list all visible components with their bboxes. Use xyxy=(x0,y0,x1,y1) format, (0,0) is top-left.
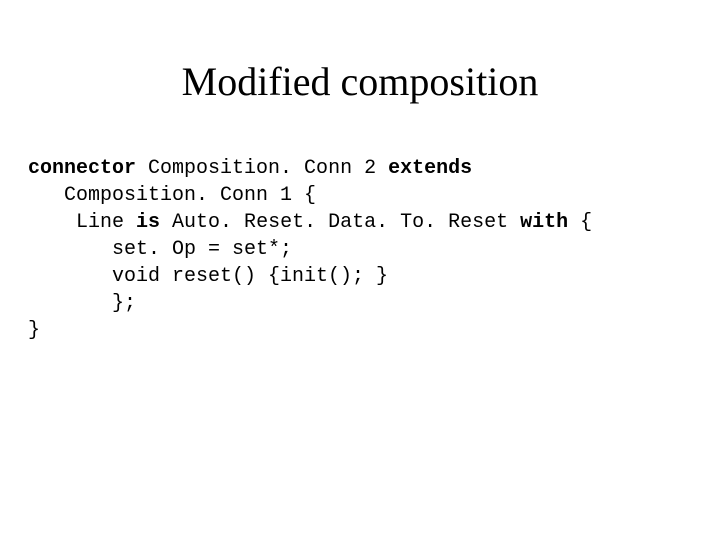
slide: Modified composition connector Compositi… xyxy=(0,0,720,540)
keyword-connector: connector xyxy=(28,157,136,180)
keyword-is: is xyxy=(136,211,160,234)
code-text: Composition. Conn 1 { xyxy=(28,184,316,207)
code-text: }; xyxy=(28,292,136,315)
code-text: } xyxy=(28,319,40,342)
code-text: { xyxy=(568,211,592,234)
code-text: void reset() {init(); } xyxy=(28,265,388,288)
code-block: connector Composition. Conn 2 extends Co… xyxy=(28,155,592,344)
code-text: Line xyxy=(28,211,136,234)
slide-title: Modified composition xyxy=(0,58,720,105)
keyword-extends: extends xyxy=(388,157,472,180)
code-text: Auto. Reset. Data. To. Reset xyxy=(160,211,520,234)
code-text: set. Op = set*; xyxy=(28,238,292,261)
keyword-with: with xyxy=(520,211,568,234)
code-text: Composition. Conn 2 xyxy=(136,157,388,180)
